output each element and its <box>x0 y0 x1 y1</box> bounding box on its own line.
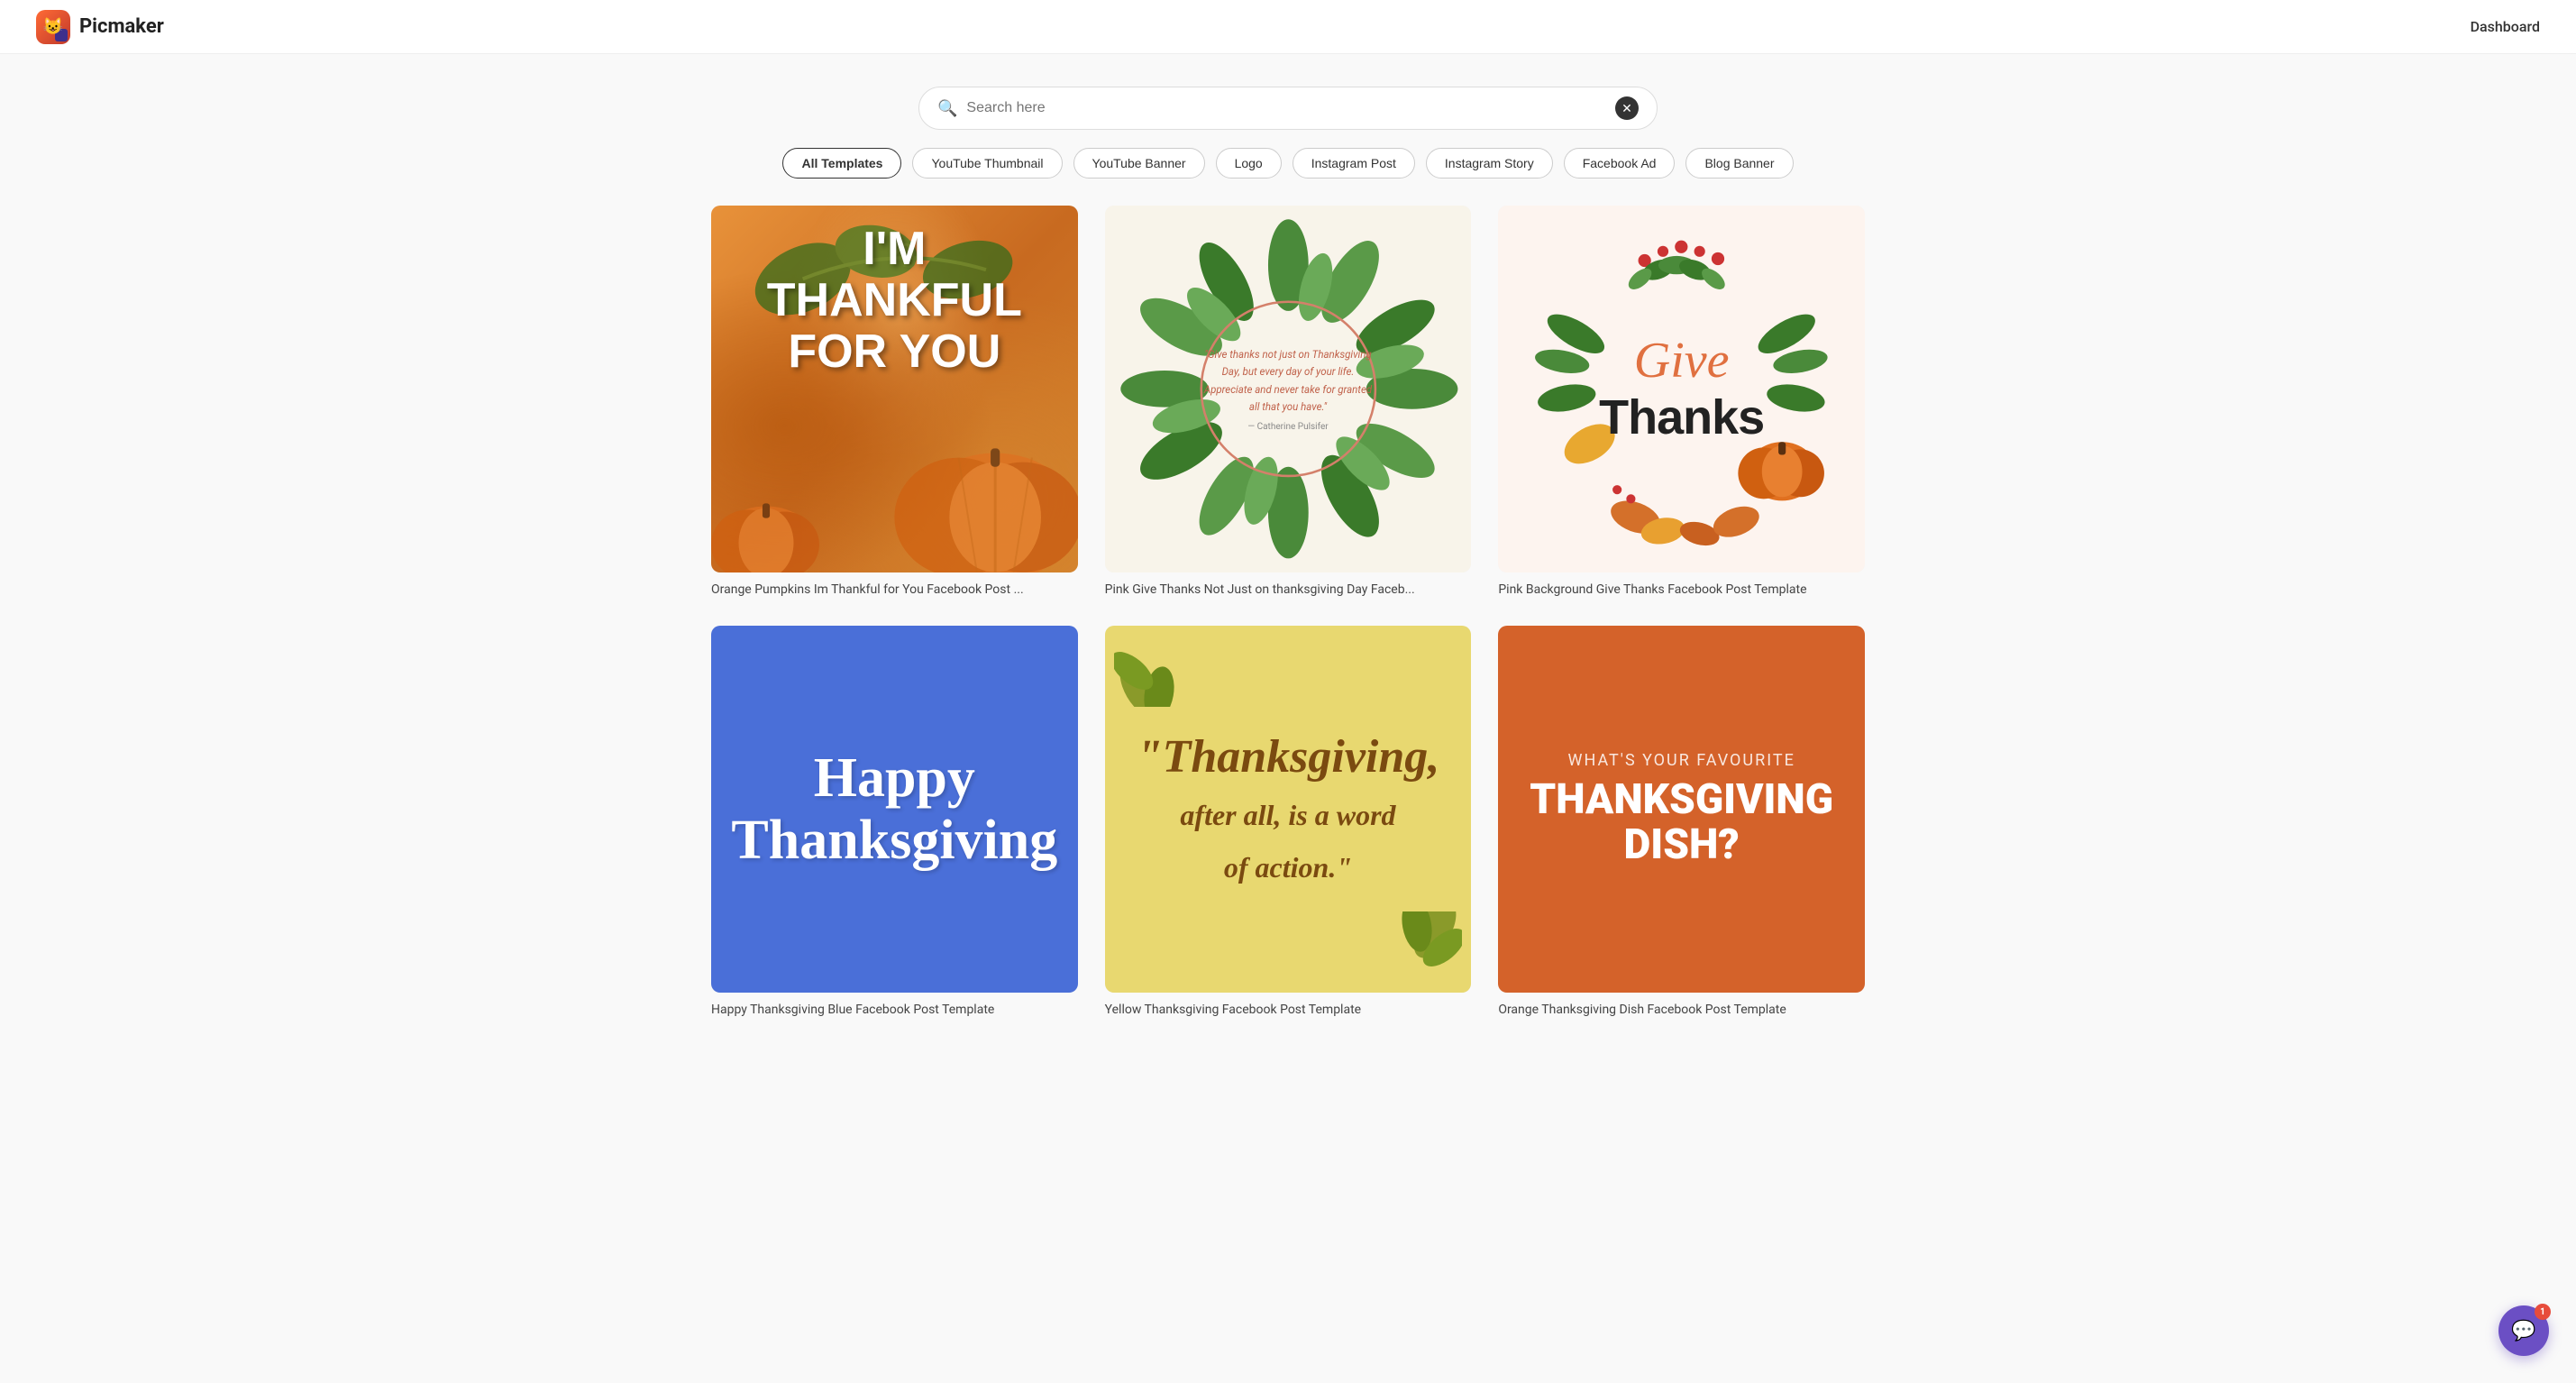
filter-blog-banner[interactable]: Blog Banner <box>1685 148 1793 179</box>
template-card-label: Orange Thanksgiving Dish Facebook Post T… <box>1498 1002 1865 1020</box>
card-happy-thanksgiving-text: HappyThanksgiving <box>731 747 1057 870</box>
filter-youtube-thumbnail[interactable]: YouTube Thumbnail <box>912 148 1062 179</box>
search-bar: 🔍 ✕ <box>918 87 1658 130</box>
card-pumpkin-main-text: I'M THANKFUL FOR YOU <box>711 206 1078 397</box>
template-card-label: Pink Background Give Thanks Facebook Pos… <box>1498 582 1865 600</box>
give-text-line1: Give <box>1599 332 1764 389</box>
card-dish-text-main: Thanksgiving Dish? <box>1498 777 1865 868</box>
filter-logo[interactable]: Logo <box>1216 148 1282 179</box>
filter-youtube-banner[interactable]: YouTube Banner <box>1073 148 1205 179</box>
leaf-decoration2-icon <box>1390 911 1462 984</box>
template-card[interactable]: What's Your Favourite Thanksgiving Dish?… <box>1498 626 1865 1019</box>
card-attribution-text: — Catherine Pulsifer <box>1200 422 1375 432</box>
thanksgiving-yellow-main-text: "Thanksgiving, after all, is a word of a… <box>1119 711 1458 908</box>
template-card-label: Happy Thanksgiving Blue Facebook Post Te… <box>711 1002 1078 1020</box>
chat-bubble-button[interactable]: 💬 1 <box>2498 1305 2549 1356</box>
template-card-label: Yellow Thanksgiving Facebook Post Templa… <box>1105 1002 1472 1020</box>
template-card-label: Pink Give Thanks Not Just on thanksgivin… <box>1105 582 1472 600</box>
leaf-decoration-icon <box>1114 635 1186 707</box>
template-grid: I'M THANKFUL FOR YOU Orange Pumpkins Im … <box>639 206 1937 1056</box>
filter-facebook-ad[interactable]: Facebook Ad <box>1564 148 1676 179</box>
template-card[interactable]: HappyThanksgiving Happy Thanksgiving Blu… <box>711 626 1078 1019</box>
chat-icon: 💬 <box>2511 1320 2535 1342</box>
filter-instagram-story[interactable]: Instagram Story <box>1426 148 1553 179</box>
give-thanks-text-block: Give Thanks <box>1599 332 1764 445</box>
card-quote-text: "Give thanks not just on Thanksgiving Da… <box>1200 346 1375 417</box>
template-card[interactable]: I'M THANKFUL FOR YOU Orange Pumpkins Im … <box>711 206 1078 599</box>
logo-area: 😺 Picmaker <box>36 10 164 44</box>
logo-icon: 😺 <box>36 10 70 44</box>
card-dish-text-top: What's Your Favourite <box>1567 751 1795 770</box>
dashboard-link[interactable]: Dashboard <box>2471 18 2540 35</box>
clear-button[interactable]: ✕ <box>1615 96 1639 120</box>
chat-badge: 1 <box>2535 1304 2551 1320</box>
search-icon: 🔍 <box>937 99 957 118</box>
logo-text: Picmaker <box>79 15 164 38</box>
search-section: 🔍 ✕ <box>0 54 2576 148</box>
template-card[interactable]: Give Thanks Pink Background Give Thanks … <box>1498 206 1865 599</box>
template-card-label: Orange Pumpkins Im Thankful for You Face… <box>711 582 1078 600</box>
template-card[interactable]: "Give thanks not just on Thanksgiving Da… <box>1105 206 1472 599</box>
thanks-text-line2: Thanks <box>1599 389 1764 445</box>
header: 😺 Picmaker Dashboard <box>0 0 2576 54</box>
filter-section: All Templates YouTube Thumbnail YouTube … <box>0 148 2576 206</box>
search-input[interactable] <box>966 100 1606 116</box>
template-card[interactable]: "Thanksgiving, after all, is a word of a… <box>1105 626 1472 1019</box>
filter-all-templates[interactable]: All Templates <box>782 148 901 179</box>
filter-instagram-post[interactable]: Instagram Post <box>1293 148 1415 179</box>
